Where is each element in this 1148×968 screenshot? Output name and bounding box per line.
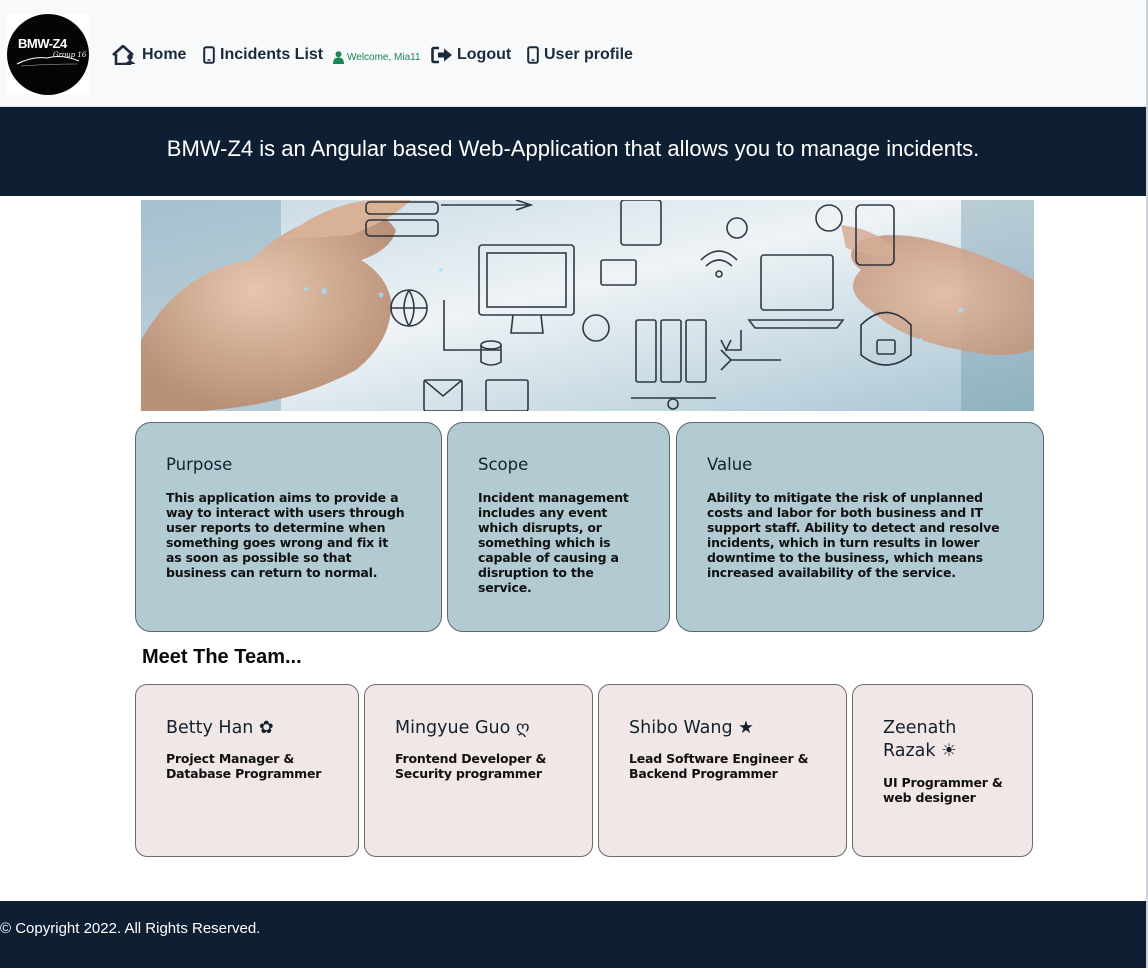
purpose-card-body: This application aims to provide a way t… [166, 490, 405, 580]
logo-badge: BMW-Z4 Group 16 [7, 14, 89, 95]
nav-home-label: Home [142, 46, 187, 63]
team-member-name: Mingyue Guo ღ [395, 718, 530, 738]
nav-logout-label: Logout [457, 46, 512, 63]
team-member-role: Lead Software Engineer & Backend Program… [629, 751, 809, 781]
team-member-card: Betty Han ✿ Project Manager & Database P… [135, 684, 359, 857]
nav-incidents-link[interactable]: Incidents List [203, 44, 323, 66]
user-icon [333, 50, 344, 64]
welcome-message: Welcome, Mia11 [333, 46, 421, 68]
team-member-card: Mingyue Guo ღ Frontend Developer & Secur… [364, 684, 593, 857]
mobile-phone-icon [203, 46, 215, 64]
team-member-role: UI Programmer & web designer [883, 775, 1003, 805]
brand-logo[interactable]: BMW-Z4 Group 16 [7, 14, 89, 95]
team-section-heading: Meet The Team... [142, 646, 302, 668]
team-member-name: Zeenath Razak ☀ [883, 718, 957, 761]
value-card-body: Ability to mitigate the risk of unplanne… [707, 490, 1000, 580]
nav-incidents-label: Incidents List [220, 46, 324, 63]
car-silhouette-icon [16, 56, 80, 67]
sign-out-icon [431, 46, 452, 64]
team-member-role: Project Manager & Database Programmer [166, 751, 322, 781]
team-member-name: Shibo Wang ★ [629, 718, 754, 738]
welcome-text: Welcome, Mia11 [347, 51, 421, 63]
top-navbar: BMW-Z4 Group 16 Home Incidents List Welc… [0, 0, 1146, 107]
technology-network-illustration [141, 200, 1034, 411]
nav-user-profile-label: User profile [544, 46, 633, 63]
scope-card: Scope Incident management includes any e… [447, 422, 670, 632]
purpose-card: Purpose This application aims to provide… [135, 422, 442, 632]
value-card: Value Ability to mitigate the risk of un… [676, 422, 1044, 632]
nav-logout-link[interactable]: Logout [431, 44, 511, 66]
intro-banner-text: BMW-Z4 is an Angular based Web-Applicati… [166, 136, 980, 161]
nav-user-profile-link[interactable]: User profile [527, 44, 633, 66]
scope-card-title: Scope [478, 455, 529, 474]
scope-card-body: Incident management includes any event w… [478, 490, 629, 595]
team-member-name: Betty Han ✿ [166, 718, 274, 738]
house-user-icon [112, 45, 136, 65]
mobile-phone-icon [527, 46, 539, 64]
nav-home-link[interactable]: Home [112, 44, 186, 66]
team-member-role: Frontend Developer & Security programmer [395, 751, 547, 781]
team-member-card: Zeenath Razak ☀ UI Programmer & web desi… [852, 684, 1033, 857]
intro-banner: BMW-Z4 is an Angular based Web-Applicati… [0, 107, 1146, 196]
page-footer: © Copyright 2022. All Rights Reserved. [0, 901, 1146, 968]
hero-image [141, 200, 1034, 411]
purpose-card-title: Purpose [166, 455, 233, 474]
team-member-card: Shibo Wang ★ Lead Software Engineer & Ba… [598, 684, 847, 857]
value-card-title: Value [707, 455, 753, 474]
copyright-text: © Copyright 2022. All Rights Reserved. [0, 920, 261, 937]
